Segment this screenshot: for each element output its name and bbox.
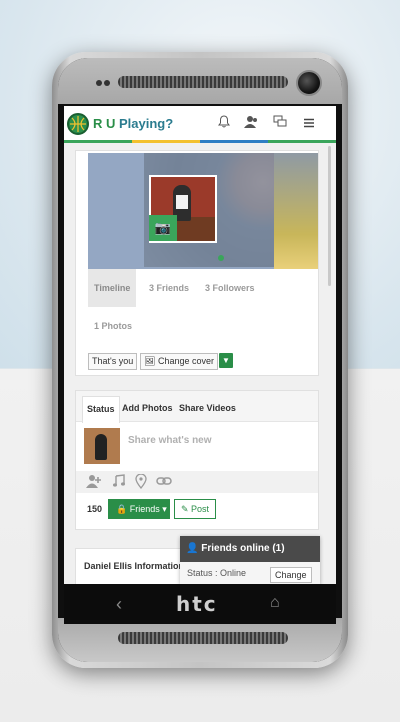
composer-card: Status Add Photos Share Videos Share wha… [75,390,319,530]
sensor-icon [104,80,110,86]
basketball-logo-icon[interactable] [67,113,89,135]
tab-add-photos[interactable]: Add Photos [122,403,173,413]
chat-icon[interactable] [271,115,289,133]
sensor-icon [96,80,102,86]
thats-you-button[interactable]: That's you [88,353,138,370]
home-icon[interactable]: ⌂ [270,594,280,612]
tab-photos[interactable]: 1 Photos [94,321,132,331]
camera-icon[interactable]: 📷 [149,215,177,241]
change-status-button[interactable]: Change [270,567,312,583]
profile-card: 📷 Timeline 3 Friends 3 Followers 1 Photo… [75,150,319,376]
tab-status[interactable]: Status [82,396,120,423]
link-icon[interactable] [156,474,172,491]
info-title: Daniel Ellis Information [84,561,185,571]
add-user-icon[interactable] [86,474,102,491]
tab-share-videos[interactable]: Share Videos [179,403,236,413]
friends-count: 150 [87,504,103,514]
app-logo-text[interactable]: R U Playing? [93,116,173,131]
brand-logo: htc [176,592,218,616]
device-nav-bar: ‹ htc ⌂ [64,584,336,624]
friends-privacy-button[interactable]: 🔒 Friends ▾ [108,499,170,519]
tab-timeline[interactable]: Timeline [88,269,137,307]
friends-online-header[interactable]: 👤 Friends online (1) [180,536,320,562]
app-screen: R U Playing? 📷 Timeline 3 Friends 3 Foll… [64,106,336,584]
tab-friends[interactable]: 3 Friends [149,269,189,307]
user-icon[interactable] [242,115,260,133]
menu-icon[interactable] [300,115,318,133]
composer-avatar [84,428,120,464]
profile-tabs: Timeline 3 Friends 3 Followers [88,269,318,307]
app-header-stripe [64,140,336,143]
share-input[interactable]: Share what's new [128,435,212,446]
bottom-speaker [118,632,288,644]
back-icon[interactable]: ‹ [116,594,122,615]
bell-icon[interactable] [215,115,233,133]
online-indicator [218,255,224,261]
music-icon[interactable] [112,474,126,491]
app-header: R U Playing? [64,106,336,140]
tab-followers[interactable]: 3 Followers [205,269,255,307]
composer-toolbar [76,471,318,493]
change-cover-button[interactable]: 🖼 Change cover [140,353,218,370]
location-icon[interactable] [135,473,147,492]
top-speaker [118,76,288,88]
online-status-text: Status : Online [187,568,247,578]
camera-icon [296,70,322,96]
friends-online-panel: 👤 Friends online (1) Status : Online Cha… [180,536,320,584]
composer-tabs: Status Add Photos Share Videos [76,391,318,423]
cover-photo-edge [274,153,318,269]
scrollbar[interactable] [328,146,331,286]
chevron-down-icon[interactable]: ▼ [219,353,233,368]
post-button[interactable]: ✎ Post [174,499,216,519]
